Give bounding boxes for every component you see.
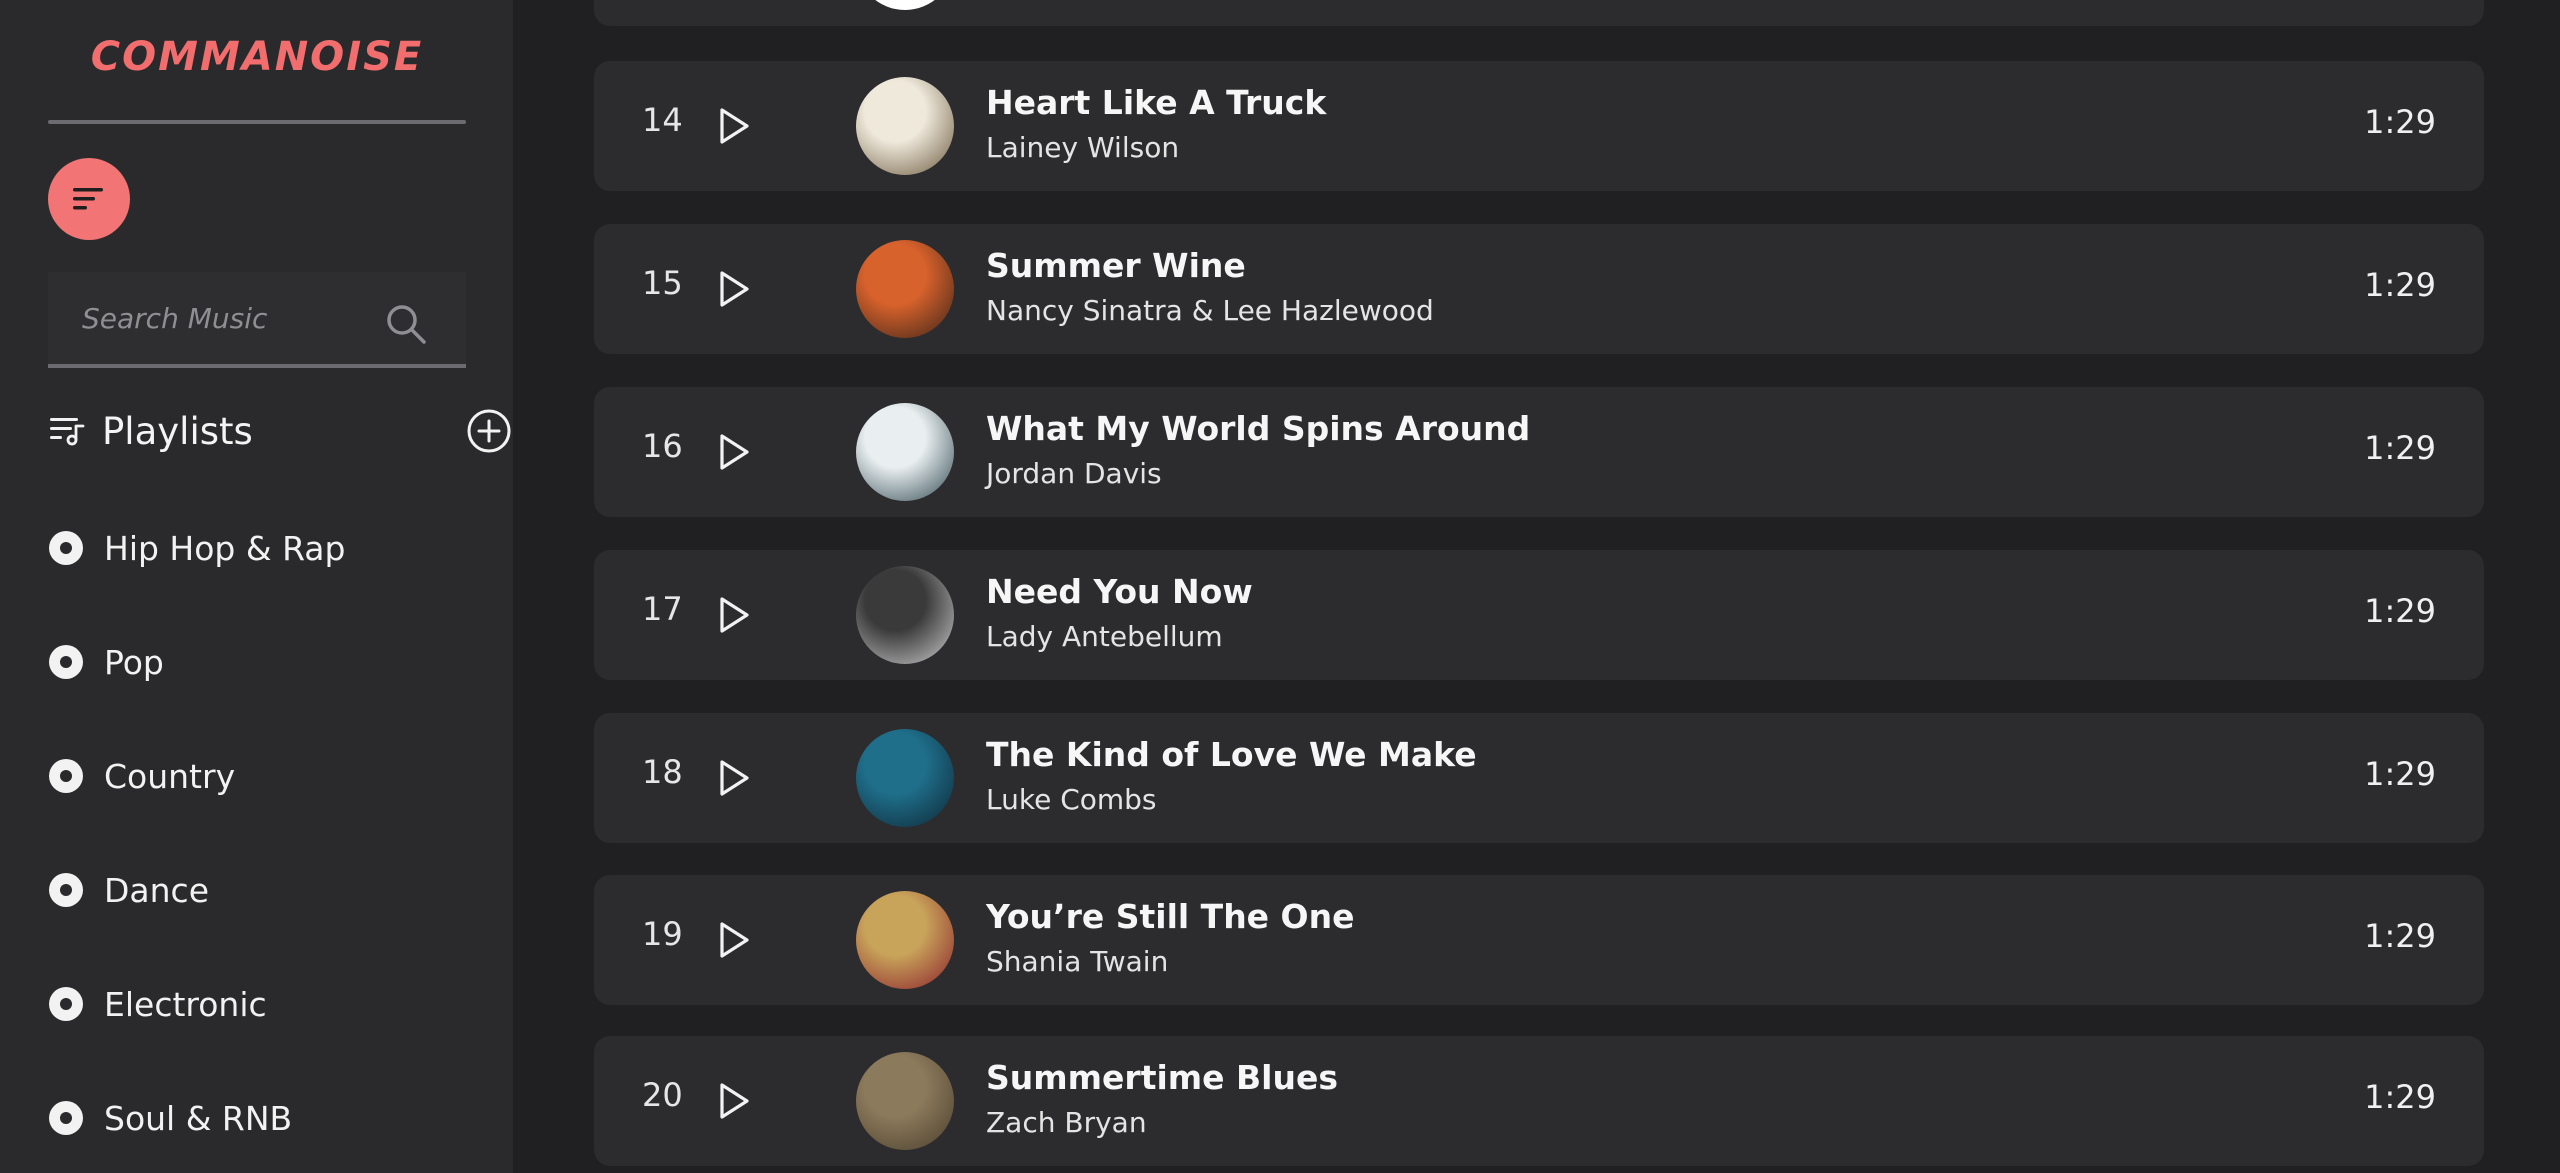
track-number: 20 [642, 1076, 683, 1114]
track-number: 15 [642, 264, 683, 302]
track-artist: Luke Combs [986, 783, 1157, 816]
album-art [856, 891, 954, 989]
track-duration: 1:29 [2364, 592, 2436, 630]
track-row[interactable]: 19 You’re Still The One Shania Twain 1:2… [594, 875, 2484, 1005]
genre-label: Electronic [104, 984, 267, 1024]
disc-icon [49, 1101, 83, 1135]
add-playlist-icon[interactable] [466, 408, 512, 454]
track-artist: Jordan Davis [986, 457, 1162, 490]
track-row[interactable]: 17 Need You Now Lady Antebellum 1:29 [594, 550, 2484, 680]
track-duration: 1:29 [2364, 917, 2436, 955]
play-icon[interactable] [716, 269, 752, 309]
track-row[interactable]: 18 The Kind of Love We Make Luke Combs 1… [594, 713, 2484, 843]
track-duration: 1:29 [2364, 429, 2436, 467]
genre-label: Pop [104, 642, 164, 682]
play-icon[interactable] [716, 1081, 752, 1121]
track-number: 18 [642, 753, 683, 791]
album-art [856, 77, 954, 175]
track-duration: 1:29 [2364, 103, 2436, 141]
play-icon[interactable] [716, 595, 752, 635]
genre-item-electronic[interactable]: Electronic [48, 979, 468, 1029]
track-row-partial[interactable] [594, 0, 2484, 26]
menu-button[interactable] [48, 158, 130, 240]
genre-label: Hip Hop & Rap [104, 528, 346, 568]
genre-label: Soul & RNB [104, 1098, 293, 1138]
genre-label: Country [104, 756, 236, 796]
track-title: What My World Spins Around [986, 409, 1531, 448]
playlist-icon [50, 418, 85, 446]
logo-divider [48, 120, 466, 124]
genre-item-hip-hop-rap[interactable]: Hip Hop & Rap [48, 523, 468, 573]
track-title: Summer Wine [986, 246, 1246, 285]
play-icon[interactable] [716, 106, 752, 146]
disc-icon [49, 873, 83, 907]
track-title: Need You Now [986, 572, 1253, 611]
album-art [856, 0, 954, 10]
track-title: Heart Like A Truck [986, 83, 1327, 122]
track-duration: 1:29 [2364, 266, 2436, 304]
track-artist: Lainey Wilson [986, 131, 1180, 164]
track-row[interactable]: 15 Summer Wine Nancy Sinatra & Lee Hazle… [594, 224, 2484, 354]
track-row[interactable]: 20 Summertime Blues Zach Bryan 1:29 [594, 1036, 2484, 1166]
search-input[interactable] [82, 296, 382, 340]
track-artist: Lady Antebellum [986, 620, 1223, 653]
track-artist: Nancy Sinatra & Lee Hazlewood [986, 294, 1434, 327]
genre-item-country[interactable]: Country [48, 751, 468, 801]
disc-icon [49, 645, 83, 679]
disc-icon [49, 759, 83, 793]
playlists-header: Playlists [48, 406, 514, 456]
track-title: The Kind of Love We Make [986, 735, 1477, 774]
track-row[interactable]: 14 Heart Like A Truck Lainey Wilson 1:29 [594, 61, 2484, 191]
menu-lines-icon [73, 188, 103, 210]
track-artist: Shania Twain [986, 945, 1169, 978]
track-duration: 1:29 [2364, 1078, 2436, 1116]
album-art [856, 403, 954, 501]
track-duration: 1:29 [2364, 755, 2436, 793]
track-number: 14 [642, 101, 683, 139]
search-box [48, 272, 466, 368]
album-art [856, 729, 954, 827]
track-title: You’re Still The One [986, 897, 1355, 936]
track-number: 19 [642, 915, 683, 953]
album-art [856, 240, 954, 338]
play-icon[interactable] [716, 920, 752, 960]
genre-item-dance[interactable]: Dance [48, 865, 468, 915]
app-logo[interactable]: COMMANOISE [48, 34, 466, 80]
track-number: 17 [642, 590, 683, 628]
search-icon[interactable] [384, 302, 428, 346]
disc-icon [49, 987, 83, 1021]
track-number: 16 [642, 427, 683, 465]
play-icon[interactable] [716, 432, 752, 472]
genre-item-pop[interactable]: Pop [48, 637, 468, 687]
play-icon[interactable] [716, 758, 752, 798]
genre-label: Dance [104, 870, 209, 910]
album-art [856, 566, 954, 664]
genre-item-soul-rnb[interactable]: Soul & RNB [48, 1093, 468, 1143]
track-row[interactable]: 16 What My World Spins Around Jordan Dav… [594, 387, 2484, 517]
track-title: Summertime Blues [986, 1058, 1339, 1097]
disc-icon [49, 531, 83, 565]
sidebar: COMMANOISE Playlists [0, 0, 513, 1173]
track-artist: Zach Bryan [986, 1106, 1147, 1139]
playlists-heading: Playlists [102, 410, 253, 453]
album-art [856, 1052, 954, 1150]
